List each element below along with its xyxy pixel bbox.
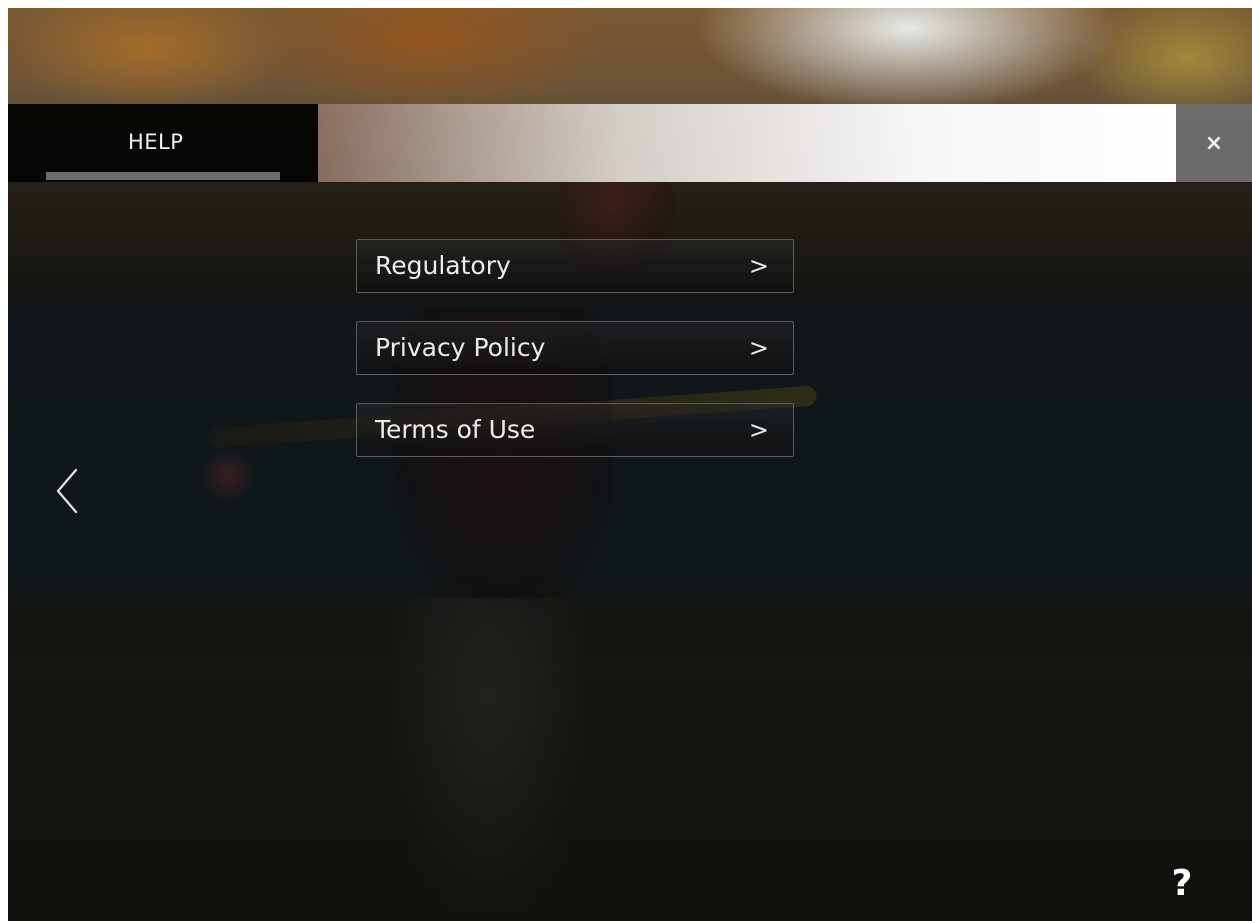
menu-item-label: Privacy Policy (375, 333, 546, 362)
tab-active-indicator (46, 172, 280, 180)
close-button[interactable]: × (1176, 104, 1252, 182)
tab-help-label: HELP (128, 130, 184, 154)
menu-item-regulatory[interactable]: Regulatory > (356, 239, 794, 293)
back-button[interactable] (48, 466, 88, 516)
header-strip (318, 104, 1176, 182)
help-menu: Regulatory > Privacy Policy > Terms of U… (356, 239, 794, 485)
menu-item-label: Regulatory (375, 251, 511, 280)
dim-overlay (8, 104, 1252, 921)
screen: HELP × Regulatory > Privacy Policy > Ter… (8, 8, 1252, 921)
menu-item-label: Terms of Use (375, 415, 536, 444)
menu-item-terms-of-use[interactable]: Terms of Use > (356, 403, 794, 457)
chevron-right-icon: > (748, 416, 769, 444)
help-button[interactable]: ? (1162, 863, 1202, 913)
question-mark-icon: ? (1171, 863, 1193, 904)
chevron-left-icon (56, 468, 78, 514)
tab-help[interactable]: HELP (8, 104, 318, 182)
chevron-right-icon: > (748, 252, 769, 280)
close-icon: × (1204, 130, 1224, 156)
chevron-right-icon: > (748, 334, 769, 362)
menu-item-privacy-policy[interactable]: Privacy Policy > (356, 321, 794, 375)
header-bar: HELP × (8, 104, 1252, 182)
